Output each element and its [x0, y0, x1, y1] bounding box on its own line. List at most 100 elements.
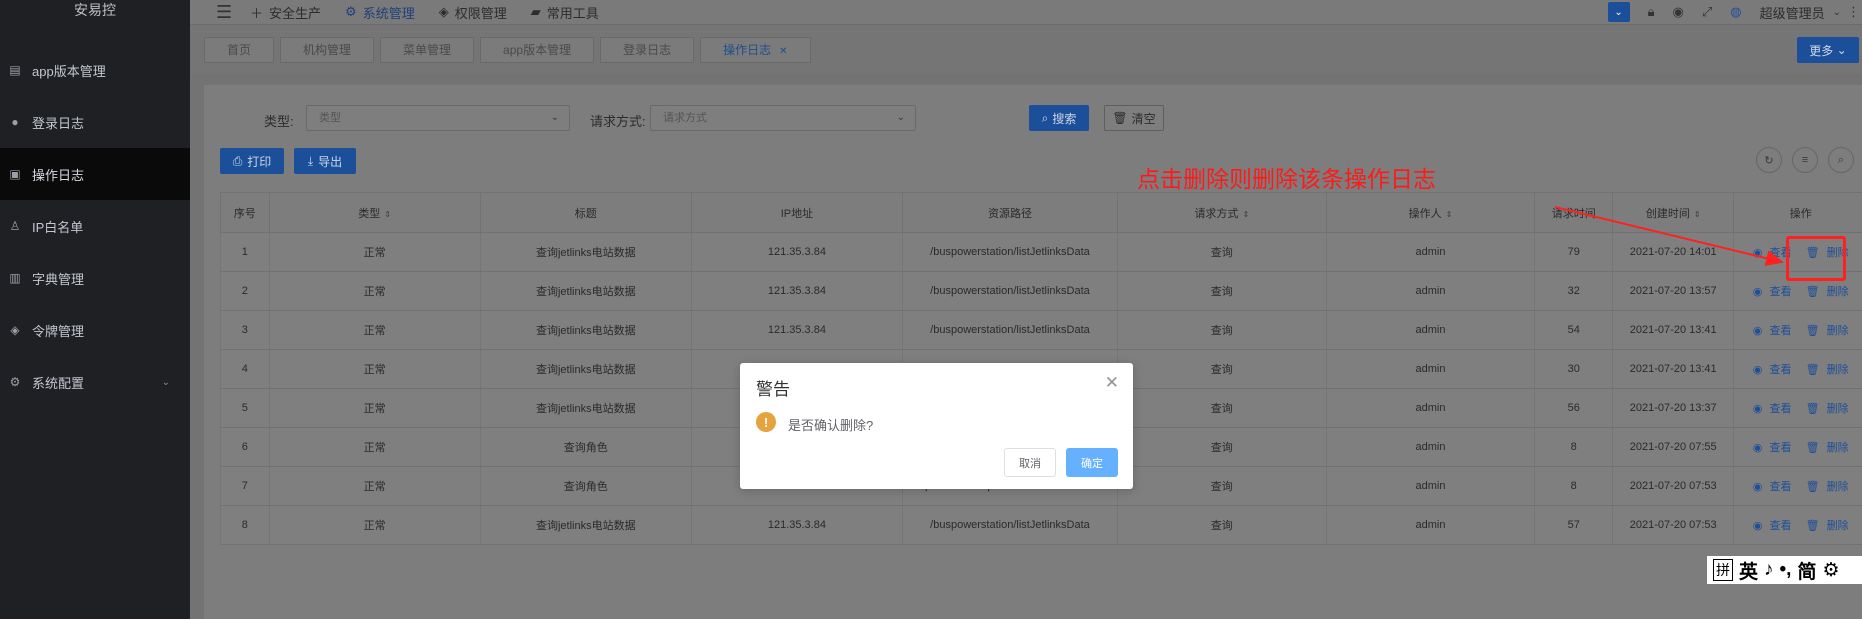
sort-icon[interactable]: ⇕ [1446, 210, 1453, 219]
column-header[interactable]: 创建时间 ⇕ [1612, 192, 1735, 233]
view-action[interactable]: ◉ 查看 [1751, 286, 1794, 298]
table-cell: 4 [220, 349, 270, 389]
sidebar-item[interactable]: ◈ 令牌管理 [0, 304, 190, 356]
avatar[interactable]: ◍ [1730, 4, 1741, 20]
gear-icon[interactable]: ⚙ [1822, 559, 1839, 582]
punctuation-icon[interactable]: •, [1780, 559, 1792, 581]
english-icon[interactable]: 英 [1739, 557, 1758, 584]
table-row: 1 正常 查询jetlinks电站数据 121.35.3.84/buspowersta… [220, 232, 1862, 272]
delete-action[interactable]: 🗑︎ 删除 [1804, 286, 1851, 298]
delete-action[interactable]: 🗑︎ 删除 [1804, 325, 1851, 337]
table-cell: 查询角色 [479, 466, 692, 506]
simplified-icon[interactable]: 简 [1797, 557, 1816, 584]
top-nav-item[interactable]: ◈ 权限管理 [439, 3, 507, 22]
table-cell: 2021-07-20 14:01 [1612, 232, 1735, 272]
delete-action[interactable]: 🗑︎ 删除 [1804, 364, 1851, 376]
sort-icon[interactable]: ⇕ [384, 210, 391, 219]
view-label: 查看 [1769, 286, 1792, 298]
close-icon[interactable]: ✕ [779, 46, 787, 57]
tab[interactable]: 菜单管理 [380, 36, 475, 63]
top-nav-label: 权限管理 [454, 5, 507, 21]
refresh-icon[interactable]: ↻ [1756, 147, 1782, 173]
table-cell: 查询 [1116, 466, 1327, 506]
pinyin-icon[interactable]: 拼 [1713, 559, 1733, 581]
search-button[interactable]: ⌕ 搜索 [1029, 105, 1089, 131]
row-actions: ◉ 查看 🗑︎ 删除 [1733, 505, 1862, 545]
view-action[interactable]: ◉ 查看 [1751, 520, 1794, 532]
sidebar-item[interactable]: ● 登录日志 [0, 96, 190, 148]
view-action[interactable]: ◉ 查看 [1751, 442, 1794, 454]
filter-icon[interactable]: ≡ [1792, 147, 1818, 173]
top-nav-item[interactable]: ▰ 常用工具 [531, 3, 599, 22]
plus-icon: ＋ [250, 5, 264, 21]
row-actions: ◉ 查看 🗑︎ 删除 [1733, 388, 1862, 428]
trash-icon: 🗑︎ [1805, 325, 1820, 337]
table-cell: admin [1325, 505, 1536, 545]
eye-icon: ◉ [1752, 364, 1763, 376]
column-header-label: 资源路径 [987, 207, 1032, 220]
dropdown-toggle-icon[interactable]: ⌄ [1607, 2, 1630, 22]
column-header[interactable]: 请求方式 ⇕ [1116, 192, 1327, 233]
user-name[interactable]: 超级管理员 [1760, 3, 1825, 22]
sidebar-item[interactable]: ▤ app版本管理 [0, 44, 190, 96]
view-action[interactable]: ◉ 查看 [1751, 403, 1794, 415]
clear-button-label: 清空 [1131, 111, 1156, 126]
cancel-button[interactable]: 取消 [1004, 448, 1056, 477]
tab[interactable]: 机构管理 [280, 36, 375, 63]
fullscreen-icon[interactable]: ⤢ [1702, 4, 1712, 20]
table-row: 2 正常 查询jetlinks电站数据 121.35.3.84/buspowersta… [220, 271, 1862, 311]
table-cell: 查询jetlinks电站数据 [479, 349, 692, 389]
view-action[interactable]: ◉ 查看 [1751, 364, 1794, 376]
tab-label: 首页 [227, 42, 252, 57]
method-select[interactable]: 请求方式 ⌄ [650, 105, 916, 131]
trash-icon: 🗑︎ [1805, 286, 1820, 298]
sort-icon[interactable]: ⇕ [1242, 210, 1249, 219]
hamburger-icon[interactable]: ☰ [216, 3, 236, 21]
sidebar-item-label: 登录日志 [32, 115, 85, 131]
more-vertical-icon[interactable]: ⋮ [1847, 4, 1860, 20]
type-select[interactable]: 类型 ⌄ [306, 105, 570, 131]
sidebar-item[interactable]: ▥ 字典管理 [0, 252, 190, 304]
delete-action[interactable]: 🗑︎ 删除 [1804, 481, 1851, 493]
moon-icon[interactable]: ♪ [1764, 559, 1774, 581]
tab[interactable]: 操作日志 ✕ [700, 36, 811, 63]
search-icon: ⌕ [1041, 110, 1049, 125]
table-cell: /buspowerstation/listJetlinksData [902, 310, 1118, 350]
table-cell: 2021-07-20 13:41 [1612, 349, 1735, 389]
table-cell: 2021-07-20 13:37 [1612, 388, 1735, 428]
clear-button[interactable]: 🗑︎ 清空 [1104, 105, 1164, 131]
delete-action[interactable]: 🗑︎ 删除 [1804, 403, 1851, 415]
export-button[interactable]: ⤓ 导出 [294, 148, 356, 174]
search-icon[interactable]: ⌕ [1828, 147, 1854, 173]
printer-icon: ⎙ [232, 153, 243, 168]
chevron-down-icon[interactable]: ⌄ [1833, 7, 1841, 18]
table-cell: 查询jetlinks电站数据 [479, 310, 692, 350]
sidebar-item[interactable]: ♙ IP白名单 [0, 200, 190, 252]
close-icon[interactable]: ✕ [1105, 373, 1119, 393]
column-header[interactable]: 操作人 ⇕ [1325, 192, 1536, 233]
table-cell: 8 [1534, 466, 1614, 506]
eye-icon[interactable]: ◉ [1673, 4, 1684, 20]
tab[interactable]: 登录日志 [600, 36, 695, 63]
top-right-tools: ⌄ 🔒︎ ◉ ⤢ ◍ 超级管理员 ⌄ ⋮ [1607, 0, 1862, 24]
sort-icon[interactable]: ⇕ [1694, 210, 1701, 219]
view-label: 查看 [1769, 481, 1792, 493]
ime-toolbar[interactable]: 拼英 ♪ •, 简 ⚙ [1707, 556, 1862, 584]
view-action[interactable]: ◉ 查看 [1751, 325, 1794, 337]
method-placeholder: 请求方式 [663, 112, 707, 124]
top-nav-item[interactable]: ⚙ 系统管理 [345, 3, 415, 22]
tab[interactable]: app版本管理 [480, 36, 595, 63]
tab[interactable]: 首页 [204, 36, 275, 63]
sidebar-item[interactable]: ▣ 操作日志 [0, 148, 190, 200]
top-nav-item[interactable]: ＋ 安全生产 [250, 3, 321, 22]
sidebar-item[interactable]: ⚙ 系统配置 ⌄ [0, 356, 190, 408]
delete-action[interactable]: 🗑︎ 删除 [1804, 442, 1851, 454]
column-header[interactable]: 类型 ⇕ [268, 192, 481, 233]
confirm-button[interactable]: 确定 [1066, 448, 1118, 477]
print-button[interactable]: ⎙ 打印 [220, 148, 284, 174]
view-action[interactable]: ◉ 查看 [1751, 481, 1794, 493]
lock-icon[interactable]: 🔒︎ [1648, 4, 1655, 20]
more-button[interactable]: 更多 ⌄ [1797, 37, 1859, 63]
table-cell: 查询 [1116, 388, 1327, 428]
delete-action[interactable]: 🗑︎ 删除 [1804, 520, 1851, 532]
